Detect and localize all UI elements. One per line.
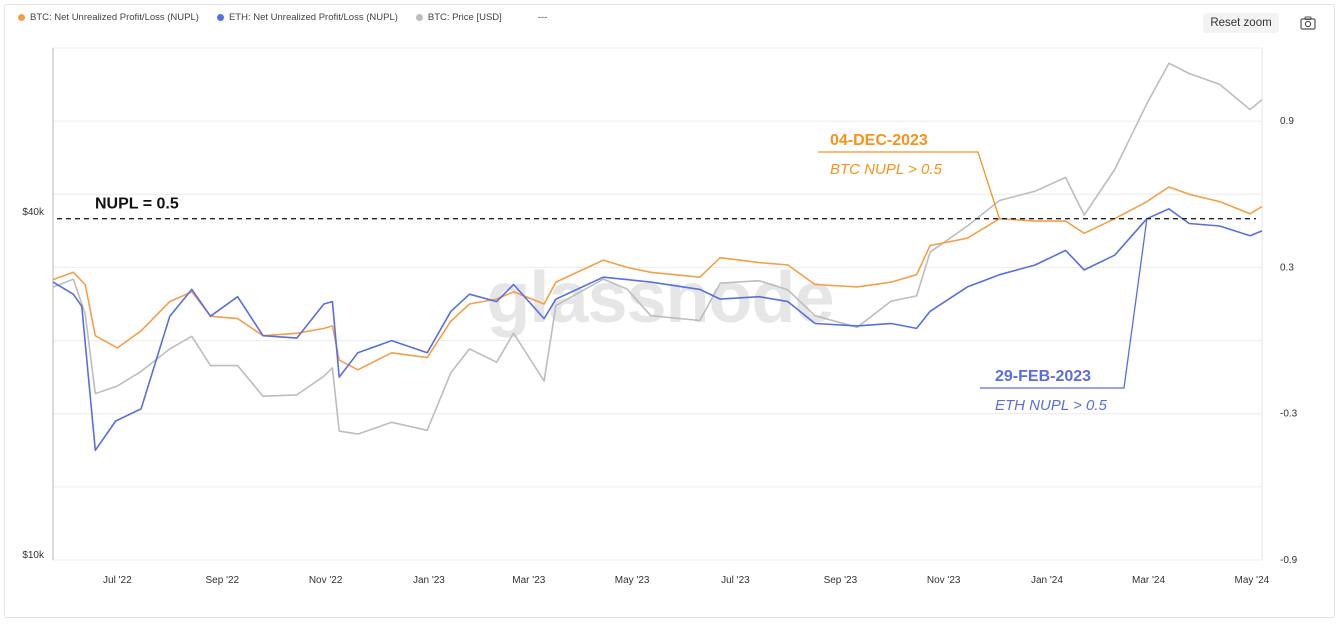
annotation-date-label: 04-DEC-2023 [830,132,928,149]
x-axis-ticks: Jul '22 Sep '22 Nov '22 Jan '23 Mar '23 May '… [103,575,1270,586]
annotation-text: BTC NUPL > 0.5 [830,161,943,178]
x-tick-label: Mar '23 [512,575,545,586]
annotation-date-label: 29-FEB-2023 [995,368,1091,385]
x-tick-label: Sep '22 [206,575,240,586]
right-tick-label: -0.9 [1280,555,1298,566]
left-axis-ticks: $40k $10k [22,207,45,561]
right-tick-label: -0.3 [1280,409,1298,420]
left-tick-label: $10k [22,550,45,561]
x-tick-label: May '24 [1234,575,1269,586]
annotation-text: ETH NUPL > 0.5 [995,397,1108,414]
right-axis-ticks: 0.9 0.3 -0.3 -0.9 [1280,116,1298,566]
annotations: 04-DEC-2023 BTC NUPL > 0.5 29-FEB-2023 ETH … [818,132,1148,414]
left-tick-label: $40k [22,207,45,218]
x-tick-label: Sep '23 [824,575,858,586]
reference-line-label: NUPL = 0.5 [95,196,179,213]
nupl-chart: glassnode NUPL = 0.5 04-DEC-2023 BTC NUPL… [22,47,1298,586]
x-tick-label: Jan '24 [1031,575,1063,586]
x-tick-label: Nov '22 [309,575,343,586]
x-tick-label: Jan '23 [413,575,445,586]
x-tick-label: Mar '24 [1132,575,1165,586]
right-tick-label: 0.3 [1280,262,1294,273]
annotation-leader-line [980,218,1148,389]
right-tick-label: 0.9 [1280,116,1294,127]
x-tick-label: May '23 [615,575,650,586]
x-tick-label: Jul '23 [721,575,750,586]
x-tick-label: Jul '22 [103,575,132,586]
x-tick-label: Nov '23 [927,575,961,586]
watermark: glassnode [486,258,833,338]
